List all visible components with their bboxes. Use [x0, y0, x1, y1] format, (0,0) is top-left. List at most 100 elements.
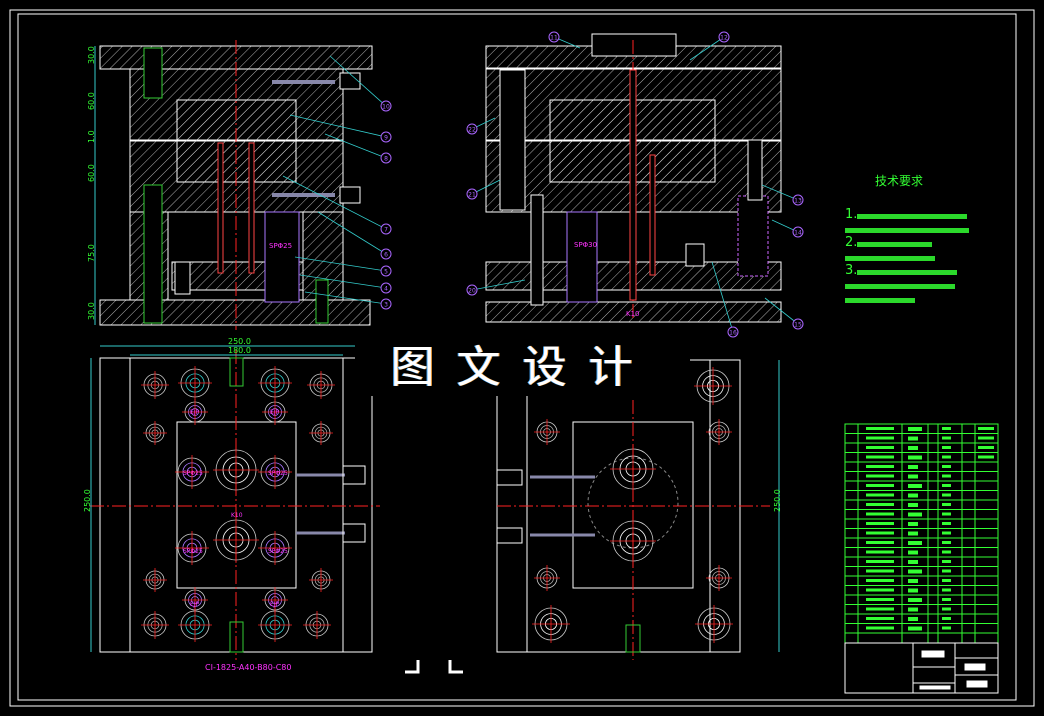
- table-cell-text: [908, 569, 922, 574]
- component-label: EJP: [190, 409, 200, 416]
- balloon-number: 13: [794, 198, 802, 205]
- table-cell-text: [908, 455, 922, 460]
- table-cell-text: [942, 503, 951, 506]
- centermark: [610, 446, 656, 492]
- watermark: 图文设计: [355, 330, 690, 396]
- centermark: [532, 605, 570, 643]
- table-cell-text: [908, 617, 918, 621]
- table-cell-text: [866, 550, 894, 554]
- centermark: [694, 367, 732, 405]
- centermark: [178, 608, 212, 642]
- table-cell-text: [908, 465, 918, 469]
- centermark: [309, 568, 333, 592]
- centermark: [143, 568, 167, 592]
- balloon-number: 15: [794, 322, 802, 329]
- title-block: [844, 642, 999, 694]
- table-cell-text: [908, 550, 918, 555]
- left-plan-view: [90, 345, 380, 660]
- centermark: [213, 517, 259, 563]
- table-cell-text: [866, 569, 894, 573]
- table-cell-text: [866, 493, 894, 497]
- table-cell-text: [942, 493, 951, 497]
- balloon-number: 3: [384, 302, 388, 309]
- left-section-view: [94, 40, 373, 330]
- component-label: SPΦ25: [269, 242, 292, 250]
- table-cell-text: [908, 446, 918, 450]
- component-label: SPΦ25: [183, 470, 203, 477]
- parts-list-table: [844, 423, 999, 644]
- left-plan-holes: [141, 366, 335, 642]
- balloon-number: 14: [794, 230, 802, 237]
- table-cell-text: [866, 446, 894, 449]
- dim-width-outer: 250.0: [228, 337, 251, 346]
- table-cell-text: [942, 569, 951, 573]
- table-cell-text: [908, 607, 918, 612]
- component-label: EJP: [270, 409, 280, 416]
- table-cell-text: [866, 541, 894, 544]
- table-cell-text: [908, 427, 922, 431]
- table-cell-text: [908, 493, 918, 498]
- table-cell-text: [942, 560, 951, 563]
- table-cell-text: [908, 588, 918, 593]
- dim-text: 1.0: [87, 130, 96, 143]
- balloon-number: 6: [384, 252, 388, 259]
- dim-text: 30.0: [87, 46, 96, 64]
- table-cell-text: [866, 588, 894, 592]
- table-cell-text: [908, 512, 922, 517]
- dim-width-inner: 180.0: [228, 346, 251, 355]
- table-cell-text: [942, 455, 951, 459]
- balloon-number: 22: [468, 127, 476, 134]
- dim-text: 60.0: [87, 164, 96, 182]
- table-cell-text: [908, 626, 922, 631]
- watermark-text: 图文设计: [390, 342, 655, 393]
- table-cell-text: [866, 427, 894, 430]
- balloon-number: 4: [384, 286, 388, 293]
- dim-text: 30.0: [87, 302, 96, 320]
- balloon-number: 21: [468, 192, 476, 199]
- table-cell-text: [978, 446, 994, 449]
- table-cell-text: [942, 626, 951, 630]
- balloon-number: 9: [384, 135, 388, 142]
- table-cell-text: [866, 436, 894, 440]
- balloon-number: 7: [384, 227, 388, 234]
- table-cell-text: [908, 503, 918, 507]
- table-cell-text: [866, 531, 894, 535]
- table-cell-text: [942, 512, 951, 516]
- centermark: [262, 587, 288, 613]
- component-label: SPΦ30: [574, 241, 597, 249]
- table-cell-text: [866, 617, 894, 620]
- table-cell-text: [866, 522, 894, 525]
- centermark: [213, 447, 259, 493]
- centermark: [309, 421, 333, 445]
- table-cell-text: [942, 484, 951, 487]
- table-cell-text: [942, 588, 951, 592]
- table-cell-text: [866, 474, 894, 478]
- balloon-number: 16: [729, 330, 737, 337]
- table-cell-text: [866, 607, 894, 611]
- table-cell-text: [942, 541, 951, 544]
- tech-title: 技术要求: [875, 174, 924, 188]
- component-label: K10: [626, 310, 640, 318]
- balloon-number: 10: [382, 104, 390, 111]
- component-label: SPΦ25: [183, 548, 203, 555]
- table-cell-text: [866, 503, 894, 506]
- table-cell-text: [908, 531, 918, 536]
- right-plan-view: [496, 359, 780, 660]
- table-cell-text: [866, 626, 894, 630]
- balloon-number: 8: [384, 156, 388, 163]
- table-cell-text: [942, 607, 951, 611]
- table-cell-text: [866, 579, 894, 582]
- table-cell-text: [908, 541, 922, 545]
- component-label: SPΦ25: [268, 470, 288, 477]
- table-cell-text: [978, 427, 994, 430]
- table-cell-text: [942, 427, 951, 430]
- dim-text: 75.0: [87, 244, 96, 262]
- table-cell-text: [866, 598, 894, 601]
- table-cell-text: [942, 474, 951, 478]
- centermark: [258, 608, 292, 642]
- component-label: EJP: [270, 601, 280, 608]
- tech-item-number: 2.: [845, 235, 858, 250]
- table-cell-text: [866, 455, 894, 459]
- table-cell-text: [942, 617, 951, 620]
- centermark: [182, 587, 208, 613]
